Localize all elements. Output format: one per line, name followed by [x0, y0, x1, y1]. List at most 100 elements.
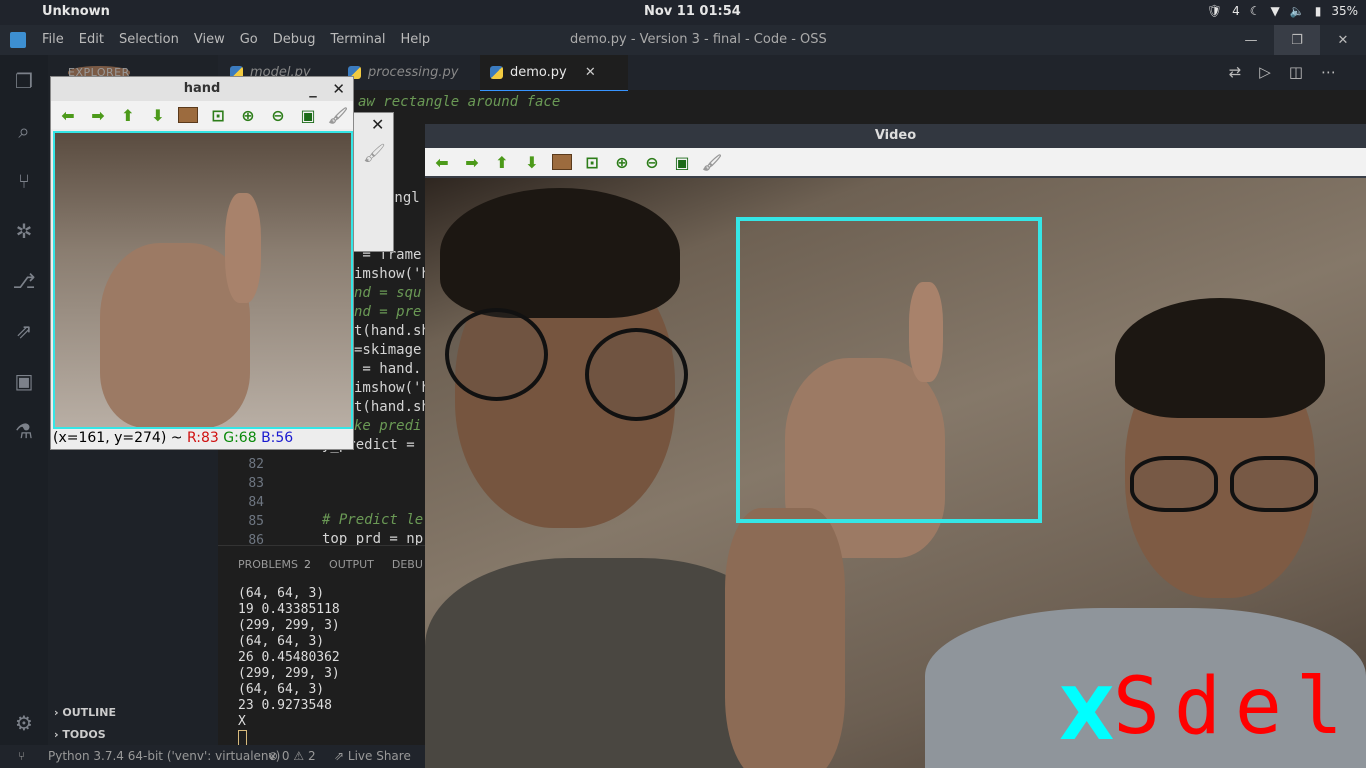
todos-section[interactable]: › TODOS [54, 728, 106, 741]
brush-icon[interactable]: 🖌 [363, 143, 386, 164]
pan-up-icon[interactable]: ⬆ [491, 151, 513, 173]
error-icon: ⊗ [268, 749, 279, 763]
activity-bar: ❐ ⌕ ⑂ ✲ ⎇ ⇗ ▣ ⚗ ⚙ [0, 55, 48, 745]
live-share-icon: ⇗ [334, 749, 345, 763]
hand-crop-image[interactable] [53, 131, 353, 429]
python-interpreter[interactable]: Python 3.7.4 64-bit ('venv': virtualenv) [48, 749, 280, 763]
terminal-output[interactable]: (64, 64, 3) 19 0.43385118 (299, 299, 3) … [238, 586, 340, 747]
person-left-glasses [445, 308, 548, 401]
night-mode-icon[interactable]: ☾ [1250, 4, 1261, 18]
code-line: ke predi [354, 418, 422, 434]
pan-up-icon[interactable]: ⬆ [117, 104, 139, 126]
minimize-button[interactable]: — [1228, 25, 1274, 55]
zoom-in-icon[interactable]: ⊕ [237, 104, 259, 126]
volume-icon[interactable]: 🔈 [1290, 4, 1305, 18]
pixel-green: G:68 [223, 430, 257, 446]
menu-edit[interactable]: Edit [79, 32, 104, 47]
more-actions-icon[interactable]: ⋯ [1321, 63, 1336, 81]
outline-label: OUTLINE [62, 706, 116, 719]
code-line: imshow('h [354, 380, 430, 396]
tab-demo-py[interactable]: demo.py ✕ [480, 55, 628, 91]
problems-status[interactable]: ⊗ 0 ⚠ 2 [268, 749, 316, 763]
clock[interactable]: Nov 11 01:54 [644, 4, 741, 19]
menu-selection[interactable]: Selection [119, 32, 179, 47]
zoom-out-icon[interactable]: ⊖ [267, 104, 289, 126]
close-icon[interactable]: ✕ [371, 115, 384, 134]
zoom-original-icon[interactable] [552, 154, 572, 170]
hand-window-title: hand [183, 81, 221, 96]
video-feed[interactable]: X Sdel [425, 178, 1366, 768]
pixel-info: (x=161, y=274) ~ R:83 G:68 B:56 [53, 430, 293, 446]
tab-problems[interactable]: PROBLEMS 2 [238, 558, 311, 571]
menu-debug[interactable]: Debug [273, 32, 316, 47]
zoom-in-icon[interactable]: ⊕ [611, 151, 633, 173]
explorer-icon[interactable]: ❐ [12, 69, 36, 93]
video-toolbar: ⬅ ➡ ⬆ ⬇ ⊡ ⊕ ⊖ ▣ 🖌 [425, 148, 1366, 176]
menu-file[interactable]: File [42, 32, 64, 47]
close-button[interactable]: ✕ [1320, 25, 1366, 55]
menu-terminal[interactable]: Terminal [331, 32, 386, 47]
search-icon[interactable]: ⌕ [12, 119, 36, 143]
notification-icon[interactable]: 🛡 [1207, 4, 1222, 18]
tab-processing-py[interactable]: processing.py [338, 55, 498, 90]
video-window[interactable]: Video ⬅ ➡ ⬆ ⬇ ⊡ ⊕ ⊖ ▣ 🖌 X Sdel [425, 124, 1366, 768]
python-file-icon [490, 66, 503, 79]
settings-gear-icon[interactable]: ⚙ [12, 711, 36, 735]
tab-output[interactable]: OUTPUT [329, 558, 374, 571]
live-share-status[interactable]: ⇗ Live Share [334, 749, 411, 763]
terminal-line: 19 0.43385118 [238, 602, 340, 617]
pan-left-icon[interactable]: ⬅ [431, 151, 453, 173]
hand-window-titlebar[interactable]: hand _ ✕ [51, 77, 353, 101]
code-line: nd = pre [354, 304, 422, 320]
pan-right-icon[interactable]: ➡ [461, 151, 483, 173]
outline-section[interactable]: › OUTLINE [54, 706, 116, 719]
zoom-fit-icon[interactable]: ⊡ [581, 151, 603, 173]
close-tab-icon[interactable]: ✕ [585, 65, 596, 80]
terminal-line: 26 0.45480362 [238, 650, 340, 665]
properties-brush-icon[interactable]: 🖌 [701, 151, 723, 173]
battery-icon[interactable]: ▮ [1315, 4, 1322, 18]
maximize-button[interactable]: ❐ [1274, 25, 1320, 55]
save-icon[interactable]: ▣ [671, 151, 693, 173]
menu-go[interactable]: Go [240, 32, 258, 47]
background-cv-window[interactable]: ✕ 🖌 [352, 112, 394, 252]
close-icon[interactable]: ✕ [332, 80, 345, 98]
zoom-out-icon[interactable]: ⊖ [641, 151, 663, 173]
active-app-label[interactable]: Unknown [42, 4, 110, 19]
menu-help[interactable]: Help [400, 32, 430, 47]
pan-down-icon[interactable]: ⬇ [521, 151, 543, 173]
code-line: =skimage [354, 342, 422, 358]
code-line: nd = squ [354, 285, 422, 301]
zoom-fit-icon[interactable]: ⊡ [207, 104, 229, 126]
git-branch-icon[interactable]: ⑂ [18, 749, 25, 763]
split-editor-icon[interactable]: ◫ [1289, 63, 1303, 81]
test-icon[interactable]: ⚗ [12, 419, 36, 443]
zoom-original-icon[interactable] [178, 107, 198, 123]
tab-debug-console[interactable]: DEBU [392, 558, 423, 571]
terminal-line: (64, 64, 3) [238, 634, 325, 649]
video-window-titlebar[interactable]: Video [425, 124, 1366, 148]
menu-view[interactable]: View [194, 32, 225, 47]
live-share-icon[interactable]: ⇗ [12, 319, 36, 343]
save-icon[interactable]: ▣ [297, 104, 319, 126]
extensions-icon[interactable]: ▣ [12, 369, 36, 393]
problems-label: PROBLEMS [238, 558, 299, 571]
git-graph-icon[interactable]: ⎇ [12, 269, 36, 293]
run-icon[interactable]: ▷ [1259, 63, 1271, 81]
compare-icon[interactable]: ⇄ [1229, 63, 1242, 81]
raised-arm [725, 508, 845, 768]
terminal-line: (64, 64, 3) [238, 682, 325, 697]
debug-icon[interactable]: ✲ [12, 219, 36, 243]
pan-left-icon[interactable]: ⬅ [57, 104, 79, 126]
line-number: 83 [248, 476, 264, 491]
pan-down-icon[interactable]: ⬇ [147, 104, 169, 126]
code-line: # Predict le [322, 512, 424, 528]
properties-brush-icon[interactable]: 🖌 [327, 104, 349, 126]
minimize-icon[interactable]: _ [309, 80, 317, 98]
hand-window[interactable]: hand _ ✕ ⬅ ➡ ⬆ ⬇ ⊡ ⊕ ⊖ ▣ 🖌 (x=161, y=274… [50, 76, 354, 450]
source-control-icon[interactable]: ⑂ [12, 169, 36, 193]
battery-level: 35% [1331, 4, 1358, 18]
pan-right-icon[interactable]: ➡ [87, 104, 109, 126]
wifi-icon[interactable]: ▼ [1271, 4, 1280, 18]
pixel-blue: B:56 [261, 430, 294, 446]
